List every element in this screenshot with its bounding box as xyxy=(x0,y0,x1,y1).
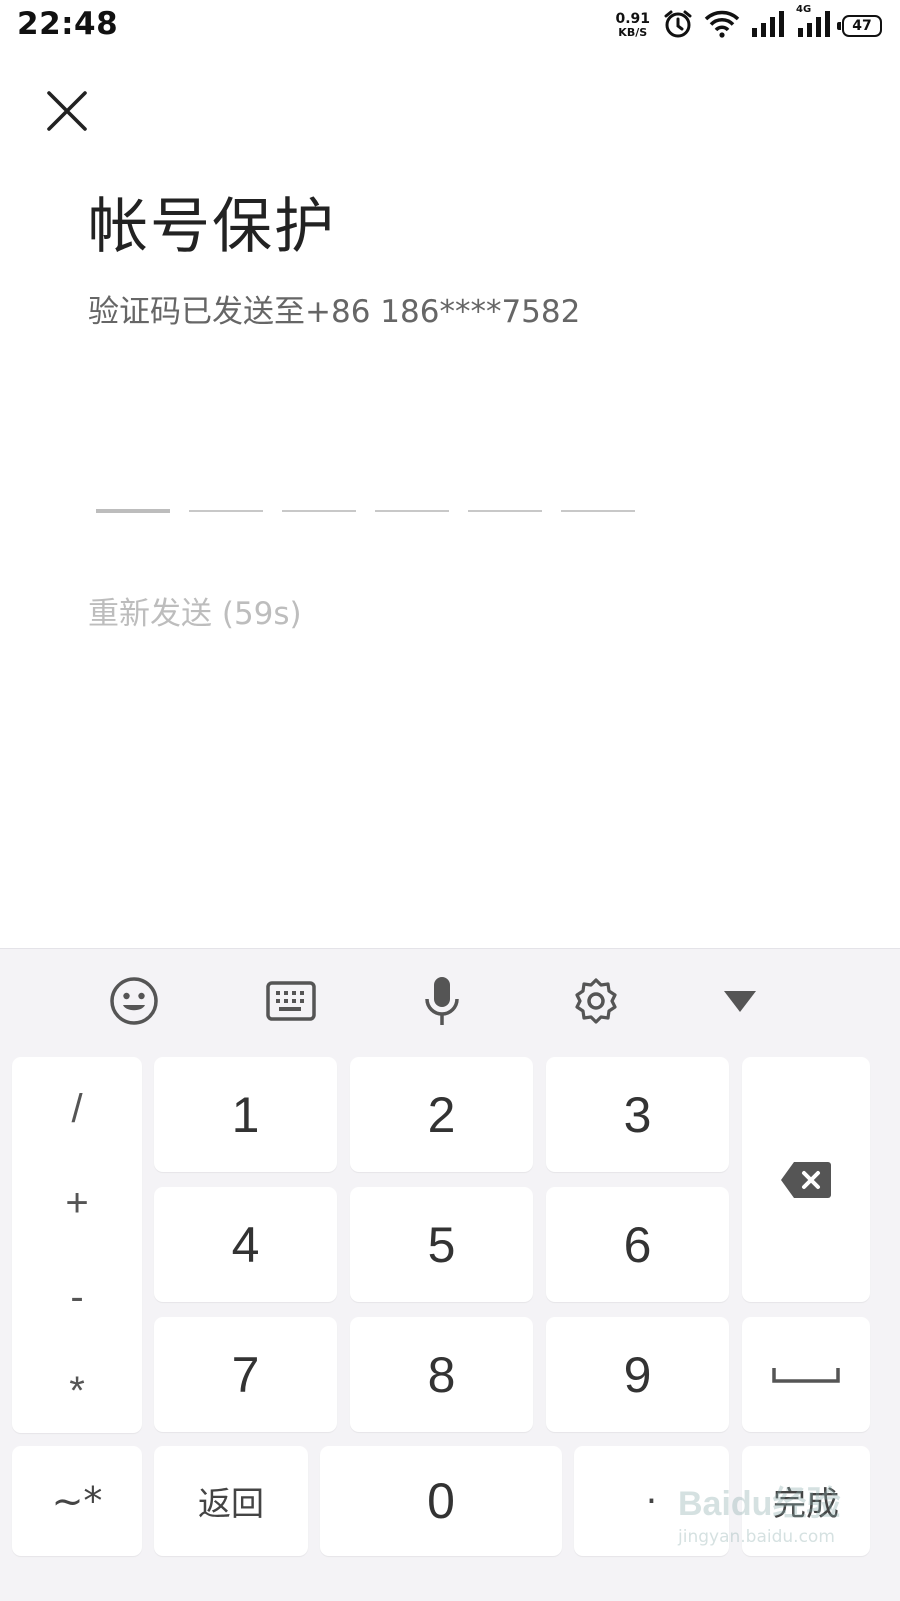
key-3[interactable]: 3 xyxy=(546,1057,729,1172)
symbol-toggle-key[interactable]: ~* xyxy=(12,1446,142,1556)
alarm-icon xyxy=(662,8,694,44)
done-key[interactable]: 完成 xyxy=(742,1446,870,1556)
keyboard-switch-button[interactable] xyxy=(263,973,319,1029)
backspace-key[interactable] xyxy=(742,1057,870,1302)
status-time: 22:48 xyxy=(17,6,119,42)
symbol-key-plus[interactable]: + xyxy=(12,1181,142,1226)
code-slot-1[interactable] xyxy=(96,509,170,513)
backspace-icon xyxy=(781,1161,831,1198)
key-1[interactable]: 1 xyxy=(154,1057,337,1172)
network-speed-unit: KB/S xyxy=(618,26,648,39)
signal-icon xyxy=(750,10,786,42)
code-slot-4[interactable] xyxy=(375,510,449,512)
resend-code-countdown: 重新发送 (59s) xyxy=(88,596,302,632)
wifi-icon xyxy=(704,9,740,43)
close-icon xyxy=(47,91,87,131)
symbol-key-slash[interactable]: / xyxy=(12,1087,142,1132)
space-key[interactable] xyxy=(742,1317,870,1432)
code-slot-5[interactable] xyxy=(468,510,542,512)
symbol-column: / + - * xyxy=(12,1057,142,1433)
close-button[interactable] xyxy=(46,90,88,132)
dot-key[interactable]: · xyxy=(574,1446,729,1556)
emoji-icon xyxy=(110,977,158,1025)
keyboard-toolbar xyxy=(0,949,900,1049)
key-7[interactable]: 7 xyxy=(154,1317,337,1432)
key-0[interactable]: 0 xyxy=(320,1446,562,1556)
settings-icon xyxy=(575,978,617,1024)
code-slot-3[interactable] xyxy=(282,510,356,512)
network-speed: 0.91 KB/S xyxy=(615,11,650,39)
key-4[interactable]: 4 xyxy=(154,1187,337,1302)
network-speed-value: 0.91 xyxy=(615,11,650,27)
status-icons: 0.91 KB/S 4G 47 xyxy=(615,4,882,44)
key-6[interactable]: 6 xyxy=(546,1187,729,1302)
battery-icon: 47 xyxy=(837,15,882,37)
page-title: 帐号保护 xyxy=(88,192,336,262)
verification-code-input[interactable] xyxy=(96,509,654,513)
code-slot-2[interactable] xyxy=(189,510,263,512)
key-2[interactable]: 2 xyxy=(350,1057,533,1172)
voice-input-button[interactable] xyxy=(414,973,470,1029)
symbol-key-asterisk[interactable]: * xyxy=(12,1369,142,1414)
network-type: 4G xyxy=(796,4,812,15)
key-8[interactable]: 8 xyxy=(350,1317,533,1432)
back-key[interactable]: 返回 xyxy=(154,1446,308,1556)
symbol-key-minus[interactable]: - xyxy=(12,1275,142,1320)
key-5[interactable]: 5 xyxy=(350,1187,533,1302)
emoji-button[interactable] xyxy=(106,973,162,1029)
keyboard-settings-button[interactable] xyxy=(568,973,624,1029)
battery-level: 47 xyxy=(852,18,872,34)
code-slot-6[interactable] xyxy=(561,510,635,512)
signal-4g-icon: 4G xyxy=(796,4,832,42)
collapse-icon xyxy=(724,991,756,1012)
key-9[interactable]: 9 xyxy=(546,1317,729,1432)
space-icon xyxy=(772,1367,840,1383)
hide-keyboard-button[interactable] xyxy=(712,973,768,1029)
status-bar: 22:48 0.91 KB/S 4G 47 xyxy=(0,0,900,52)
microphone-icon xyxy=(425,977,459,1025)
verification-sent-text: 验证码已发送至+86 186****7582 xyxy=(88,294,581,330)
keyboard-icon xyxy=(266,981,316,1021)
numeric-keyboard: / + - * 1 2 3 4 5 6 7 8 9 ~* 返回 0 · 完成 xyxy=(0,948,900,1601)
